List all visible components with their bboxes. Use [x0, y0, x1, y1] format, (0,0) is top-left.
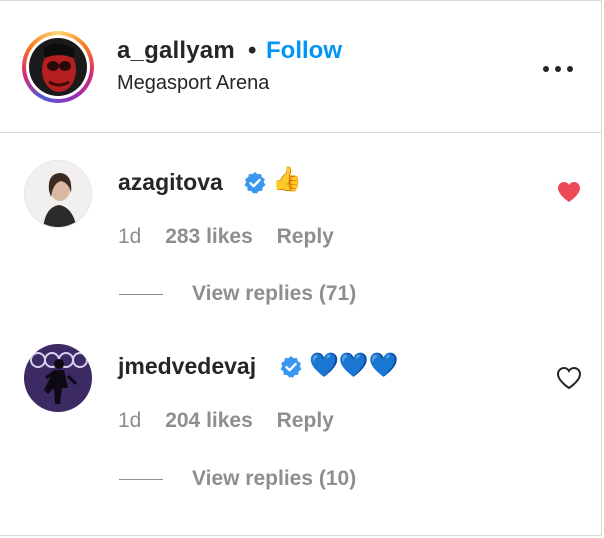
separator-dot: • — [248, 37, 257, 64]
view-replies-line — [119, 294, 163, 295]
avatar-image — [24, 344, 92, 412]
post-header: a_gallyam • Follow Megasport Arena — [0, 1, 601, 133]
comment-username[interactable]: azagitova — [118, 169, 223, 196]
reply-button[interactable]: Reply — [277, 409, 334, 432]
owner-username[interactable]: a_gallyam — [117, 37, 235, 65]
owner-avatar[interactable] — [22, 31, 94, 103]
comment-likes[interactable]: 204 likes — [165, 409, 253, 432]
comment-meta: 1d 283 likes Reply — [118, 225, 352, 249]
view-replies-line — [119, 479, 163, 480]
comment-username[interactable]: jmedvedevaj — [118, 353, 256, 380]
verified-badge-icon — [244, 172, 266, 194]
comment-text: 💙💙💙 — [309, 352, 399, 379]
reply-button[interactable]: Reply — [277, 225, 334, 248]
comment-age: 1d — [118, 409, 142, 432]
comment-meta: 1d 204 likes Reply — [118, 409, 352, 433]
comment-likes[interactable]: 283 likes — [165, 225, 253, 248]
verified-badge-icon — [280, 356, 302, 378]
post-location[interactable]: Megasport Arena — [117, 72, 269, 95]
follow-button[interactable]: Follow — [266, 37, 342, 65]
like-heart-icon[interactable] — [556, 366, 582, 390]
commenter-avatar[interactable] — [24, 344, 92, 412]
view-replies-button[interactable]: View replies (71) — [192, 282, 356, 306]
owner-avatar-image — [29, 38, 87, 96]
comment-text: 👍 — [272, 166, 302, 193]
comments-panel: a_gallyam • Follow Megasport Arena azagi… — [0, 0, 602, 536]
avatar-image — [25, 161, 91, 227]
commenter-avatar[interactable] — [24, 160, 92, 228]
more-horizontal-icon[interactable] — [541, 59, 575, 79]
view-replies-button[interactable]: View replies (10) — [192, 467, 356, 491]
comment-age: 1d — [118, 225, 142, 248]
liked-heart-icon[interactable] — [556, 180, 582, 204]
